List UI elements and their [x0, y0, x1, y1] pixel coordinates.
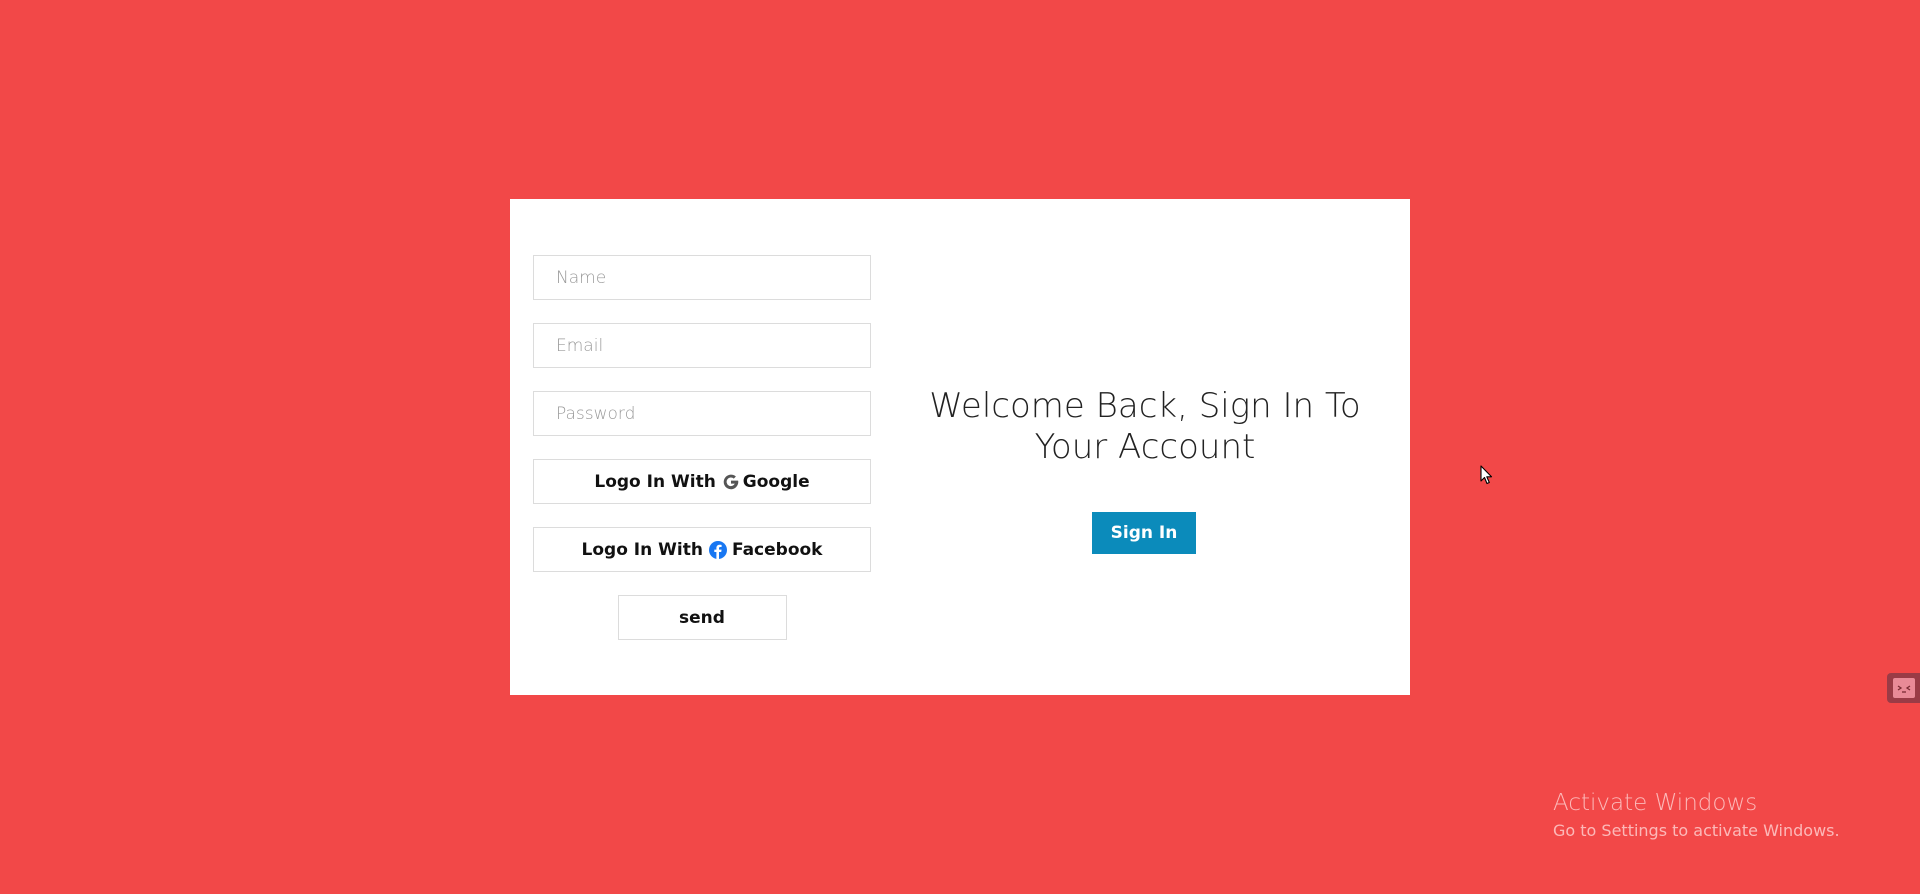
windows-activation-watermark: Activate Windows Go to Settings to activ… — [1553, 788, 1840, 842]
page: Logo In With Google Logo In With — [0, 0, 1920, 894]
facebook-login-button[interactable]: Logo In With Facebook — [533, 527, 871, 572]
facebook-login-prefix: Logo In With — [581, 539, 703, 560]
watermark-subtitle: Go to Settings to activate Windows. — [1553, 821, 1840, 840]
google-g-icon — [722, 472, 740, 492]
extension-face-icon — [1892, 678, 1915, 698]
google-login-prefix: Logo In With — [594, 471, 716, 492]
welcome-panel: Welcome Back, Sign In To Your Account Si… — [890, 199, 1400, 695]
login-card: Logo In With Google Logo In With — [510, 199, 1410, 695]
login-form: Logo In With Google Logo In With — [533, 255, 871, 640]
name-input[interactable] — [533, 255, 871, 300]
mouse-cursor-icon — [1480, 465, 1494, 485]
welcome-title: Welcome Back, Sign In To Your Account — [929, 386, 1361, 467]
google-login-label: Google — [742, 471, 810, 492]
email-input[interactable] — [533, 323, 871, 368]
facebook-login-label: Facebook — [731, 539, 823, 560]
send-button[interactable]: send — [617, 595, 787, 640]
google-login-button[interactable]: Logo In With Google — [533, 459, 871, 504]
watermark-title: Activate Windows — [1553, 790, 1758, 816]
sign-in-button[interactable]: Sign In — [1092, 512, 1196, 554]
extension-icon[interactable] — [1887, 673, 1920, 703]
facebook-icon — [708, 540, 727, 559]
password-input[interactable] — [533, 391, 871, 436]
